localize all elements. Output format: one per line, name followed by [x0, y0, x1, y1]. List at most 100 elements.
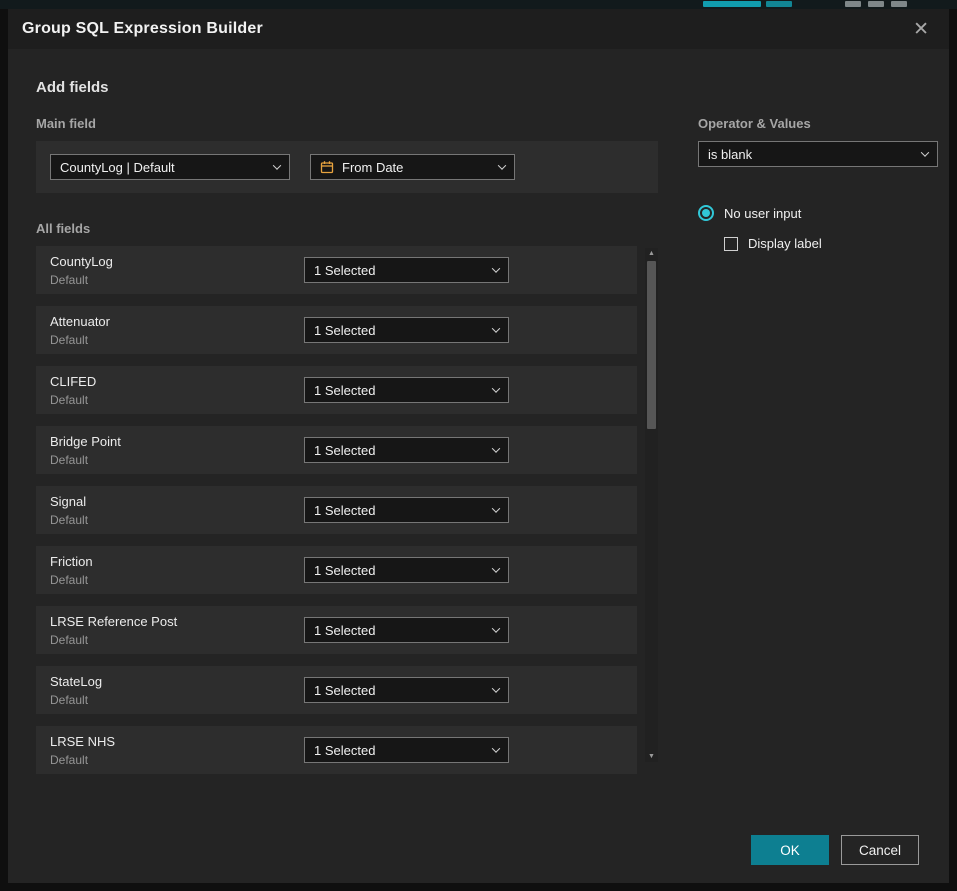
add-fields-heading: Add fields [36, 79, 927, 96]
field-info: Bridge Point Default [50, 434, 304, 467]
field-list-item: LRSE NHS Default 1 Selected [36, 726, 637, 774]
dialog-footer: OK Cancel [36, 819, 927, 865]
field-sublabel: Default [50, 453, 304, 467]
operator-select-value: is blank [708, 147, 752, 162]
field-list-item: Bridge Point Default 1 Selected [36, 426, 637, 474]
field-selection-value: 1 Selected [314, 503, 375, 518]
field-sublabel: Default [50, 633, 304, 647]
field-selection-dropdown[interactable]: 1 Selected [304, 617, 509, 643]
field-sublabel: Default [50, 693, 304, 707]
field-name: StateLog [50, 674, 304, 689]
main-field-row: CountyLog | Default From Date [36, 141, 658, 193]
background-teal-text [703, 1, 761, 7]
background-teal-text [766, 1, 792, 7]
field-sublabel: Default [50, 573, 304, 587]
dialog-header: Group SQL Expression Builder ✕ [8, 9, 949, 49]
field-sublabel: Default [50, 513, 304, 527]
field-sublabel: Default [50, 753, 304, 767]
field-list-item: Friction Default 1 Selected [36, 546, 637, 594]
main-field-label: Main field [36, 116, 658, 131]
field-selection-dropdown[interactable]: 1 Selected [304, 257, 509, 283]
operator-select[interactable]: is blank [698, 141, 938, 167]
field-name: Friction [50, 554, 304, 569]
field-list-item: CountyLog Default 1 Selected [36, 246, 637, 294]
background-toolbar-icon [845, 1, 861, 7]
field-select-value: From Date [342, 160, 403, 175]
field-selection-value: 1 Selected [314, 443, 375, 458]
field-list-item: LRSE Reference Post Default 1 Selected [36, 606, 637, 654]
all-fields-label: All fields [36, 221, 658, 236]
field-name: Bridge Point [50, 434, 304, 449]
scrollbar-thumb[interactable] [647, 261, 656, 429]
scrollbar[interactable]: ▲ ▼ [645, 248, 658, 762]
field-name: LRSE Reference Post [50, 614, 304, 629]
field-selection-value: 1 Selected [314, 623, 375, 638]
no-user-input-label: No user input [724, 206, 801, 221]
chevron-down-icon [492, 684, 500, 692]
chevron-down-icon [921, 148, 929, 156]
operator-values-label: Operator & Values [698, 116, 938, 131]
field-name: CLIFED [50, 374, 304, 389]
chevron-down-icon [492, 384, 500, 392]
field-selection-dropdown[interactable]: 1 Selected [304, 317, 509, 343]
field-selection-dropdown[interactable]: 1 Selected [304, 677, 509, 703]
field-name: Signal [50, 494, 304, 509]
chevron-down-icon [492, 564, 500, 572]
ok-button[interactable]: OK [751, 835, 829, 865]
display-label-checkbox[interactable]: Display label [724, 236, 938, 251]
field-name: LRSE NHS [50, 734, 304, 749]
chevron-down-icon [492, 264, 500, 272]
field-info: Attenuator Default [50, 314, 304, 347]
field-list-item: CLIFED Default 1 Selected [36, 366, 637, 414]
background-app-strip [0, 0, 957, 9]
field-name: Attenuator [50, 314, 304, 329]
field-list-item: StateLog Default 1 Selected [36, 666, 637, 714]
dialog-title: Group SQL Expression Builder [22, 20, 263, 38]
field-selection-value: 1 Selected [314, 563, 375, 578]
no-user-input-radio[interactable]: No user input [698, 205, 938, 221]
chevron-down-icon [492, 324, 500, 332]
scroll-down-icon[interactable]: ▼ [648, 752, 655, 761]
dialog-body: Add fields Main field CountyLog | Defaul… [8, 49, 949, 883]
cancel-button[interactable]: Cancel [841, 835, 919, 865]
field-selection-value: 1 Selected [314, 743, 375, 758]
field-selection-dropdown[interactable]: 1 Selected [304, 437, 509, 463]
field-info: LRSE Reference Post Default [50, 614, 304, 647]
field-info: Friction Default [50, 554, 304, 587]
operator-values-column: Operator & Values is blank No user input… [674, 116, 938, 819]
field-selection-dropdown[interactable]: 1 Selected [304, 557, 509, 583]
background-toolbar-icon [891, 1, 907, 7]
chevron-down-icon [492, 624, 500, 632]
field-info: Signal Default [50, 494, 304, 527]
close-icon[interactable]: ✕ [909, 18, 933, 41]
field-selection-dropdown[interactable]: 1 Selected [304, 497, 509, 523]
field-selection-value: 1 Selected [314, 263, 375, 278]
field-selection-dropdown[interactable]: 1 Selected [304, 737, 509, 763]
chevron-down-icon [498, 161, 506, 169]
layer-select-value: CountyLog | Default [60, 160, 175, 175]
field-sublabel: Default [50, 273, 304, 287]
field-selection-value: 1 Selected [314, 683, 375, 698]
fields-column: Main field CountyLog | Default [36, 116, 658, 819]
field-info: StateLog Default [50, 674, 304, 707]
scroll-up-icon[interactable]: ▲ [648, 249, 655, 258]
field-select[interactable]: From Date [310, 154, 515, 180]
field-sublabel: Default [50, 333, 304, 347]
field-list-item: Attenuator Default 1 Selected [36, 306, 637, 354]
field-selection-dropdown[interactable]: 1 Selected [304, 377, 509, 403]
radio-selected-icon [698, 205, 714, 221]
layer-select[interactable]: CountyLog | Default [50, 154, 290, 180]
all-fields-list: CountyLog Default 1 Selected Attenuator … [36, 246, 658, 774]
field-name: CountyLog [50, 254, 304, 269]
field-selection-value: 1 Selected [314, 323, 375, 338]
field-info: CLIFED Default [50, 374, 304, 407]
field-sublabel: Default [50, 393, 304, 407]
field-list-item: Signal Default 1 Selected [36, 486, 637, 534]
chevron-down-icon [492, 504, 500, 512]
chevron-down-icon [273, 161, 281, 169]
field-info: CountyLog Default [50, 254, 304, 287]
field-info: LRSE NHS Default [50, 734, 304, 767]
chevron-down-icon [492, 744, 500, 752]
group-sql-expression-builder-dialog: Group SQL Expression Builder ✕ Add field… [8, 9, 949, 883]
background-toolbar-icon [868, 1, 884, 7]
